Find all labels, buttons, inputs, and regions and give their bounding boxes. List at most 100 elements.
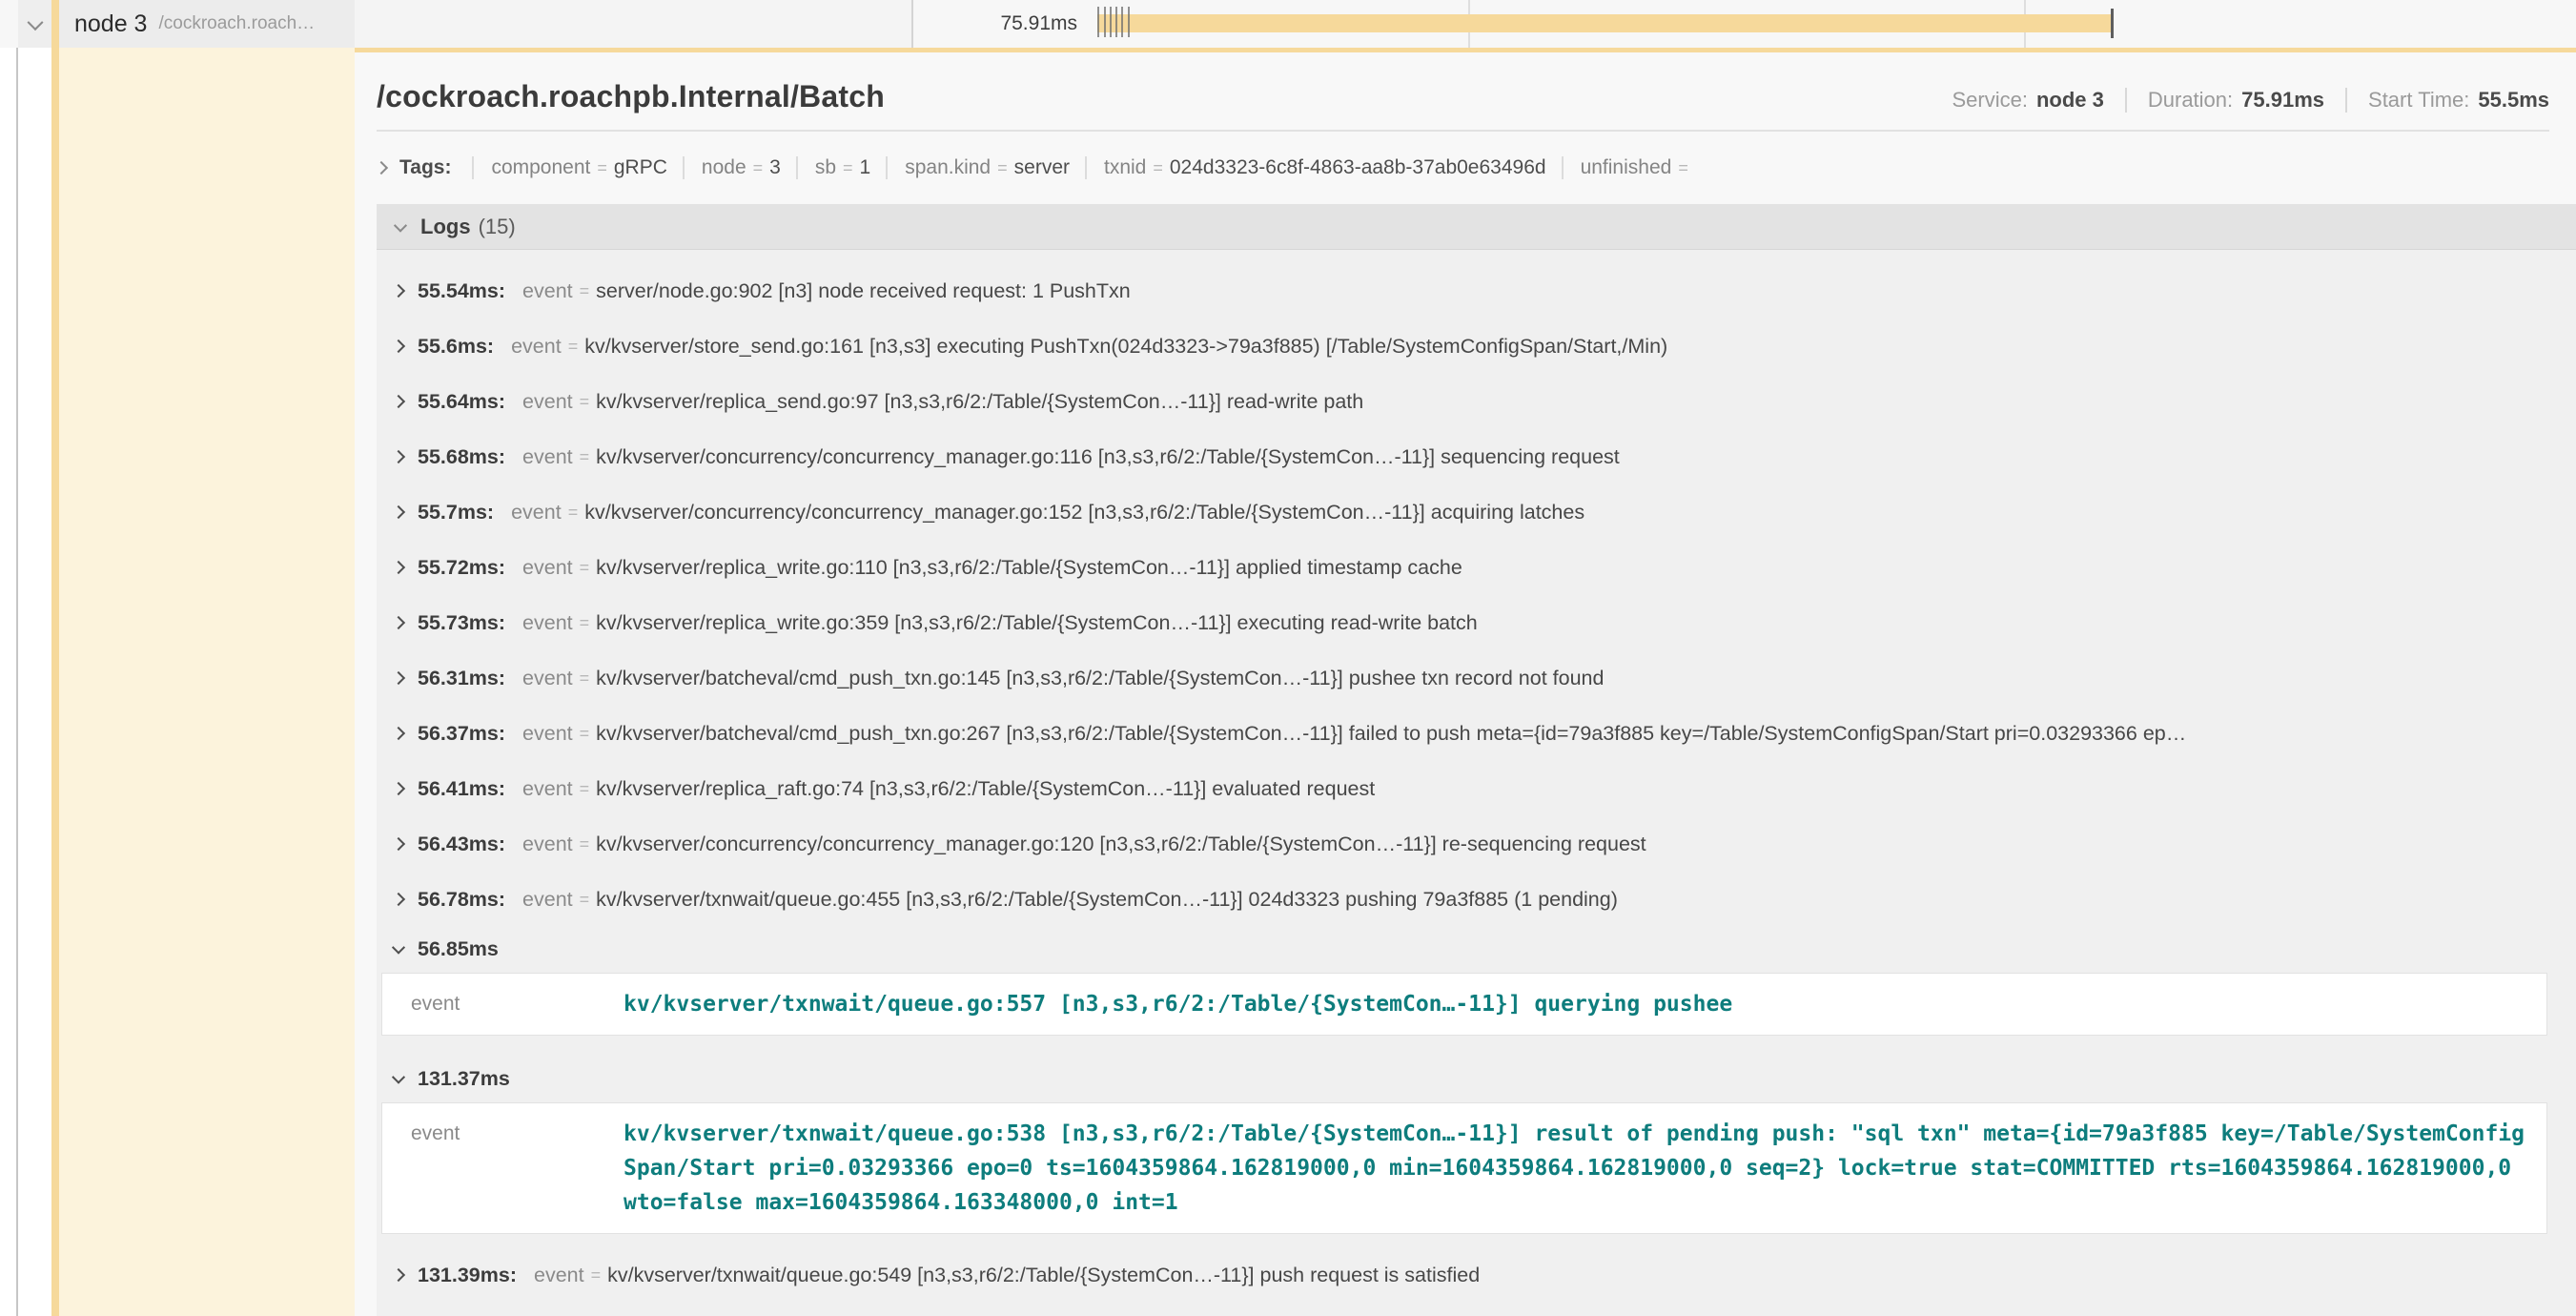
equals-sign: = bbox=[1153, 158, 1163, 178]
log-timestamp: 55.73ms: bbox=[418, 611, 505, 635]
log-field-key: event bbox=[511, 335, 562, 359]
log-field-key: event bbox=[522, 777, 573, 801]
span-operation-name: /cockroach.roach… bbox=[158, 13, 315, 34]
tag-value: 024d3323-6c8f-4863-aa8b-37ab0e63496d bbox=[1170, 156, 1546, 179]
tag-key: span.kind bbox=[905, 156, 991, 179]
log-timestamp: 56.37ms: bbox=[418, 722, 505, 746]
chevron-right-icon bbox=[392, 450, 405, 463]
log-marker-tick bbox=[1128, 7, 1130, 37]
chevron-right-icon bbox=[392, 782, 405, 795]
log-field-key: event bbox=[511, 501, 562, 524]
log-field-value: kv/kvserver/store_send.go:161 [n3,s3] ex… bbox=[584, 335, 1667, 359]
log-entry-row[interactable]: 131.39ms: event = kv/kvserver/txnwait/qu… bbox=[377, 1247, 2576, 1303]
log-entry-row[interactable]: 55.73ms: event = kv/kvserver/replica_wri… bbox=[377, 595, 2576, 650]
meta-duration: Duration: 75.91ms bbox=[2125, 88, 2324, 113]
span-detail-title: /cockroach.roachpb.Internal/Batch bbox=[377, 79, 885, 114]
log-field-key: event bbox=[522, 667, 573, 690]
tag-value: 3 bbox=[769, 156, 781, 179]
equals-sign: = bbox=[568, 337, 579, 357]
log-timestamp: 56.43ms: bbox=[418, 833, 505, 856]
equals-sign: = bbox=[580, 668, 590, 689]
equals-sign: = bbox=[580, 613, 590, 633]
log-entry-row[interactable]: 55.7ms: event = kv/kvserver/concurrency/… bbox=[377, 484, 2576, 540]
chevron-down-icon bbox=[392, 1071, 405, 1084]
log-entry-row[interactable]: 55.6ms: event = kv/kvserver/store_send.g… bbox=[377, 319, 2576, 374]
logs-count: (15) bbox=[479, 215, 516, 239]
tag-value: gRPC bbox=[614, 156, 667, 179]
log-entry-expanded-header[interactable]: 131.37ms bbox=[377, 1057, 2576, 1100]
log-field-value: kv/kvserver/txnwait/queue.go:549 [n3,s3,… bbox=[607, 1264, 1480, 1287]
log-marker-tick bbox=[1110, 7, 1112, 37]
log-entry-row[interactable]: 55.54ms: event = server/node.go:902 [n3]… bbox=[377, 263, 2576, 319]
tag-span-kind: span.kind = server bbox=[886, 156, 1070, 179]
tag-component: component = gRPC bbox=[472, 156, 666, 179]
log-entry-kv-table: event kv/kvserver/txnwait/queue.go:557 [… bbox=[381, 973, 2547, 1036]
span-service-name: node 3 bbox=[74, 10, 147, 38]
tag-unfinished: unfinished = bbox=[1562, 156, 1695, 179]
timeline-left-background bbox=[355, 0, 912, 48]
log-field-value: kv/kvserver/replica_write.go:110 [n3,s3,… bbox=[596, 556, 1462, 580]
tag-key: node bbox=[702, 156, 746, 179]
span-row[interactable]: node 3 /cockroach.roach… 75.91ms bbox=[0, 0, 2576, 48]
log-field-value: kv/kvserver/replica_raft.go:74 [n3,s3,r6… bbox=[596, 777, 1375, 801]
log-field-key: event bbox=[522, 390, 573, 414]
log-entry-row[interactable]: 55.68ms: event = kv/kvserver/concurrency… bbox=[377, 429, 2576, 484]
log-entry-row[interactable]: 56.41ms: event = kv/kvserver/replica_raf… bbox=[377, 761, 2576, 816]
log-field-key: event bbox=[522, 722, 573, 746]
log-field-key: event bbox=[382, 1117, 624, 1151]
logs-title: Logs bbox=[420, 215, 471, 239]
tag-node: node = 3 bbox=[683, 156, 781, 179]
logs-accordion-header[interactable]: Logs (15) bbox=[377, 204, 2576, 250]
log-field-key: event bbox=[522, 888, 573, 912]
page-left-divider bbox=[16, 0, 18, 1316]
meta-service-label: Service: bbox=[1952, 88, 2027, 113]
equals-sign: = bbox=[580, 447, 590, 467]
log-timestamp: 131.39ms: bbox=[418, 1264, 517, 1287]
equals-sign: = bbox=[753, 158, 764, 178]
log-marker-tick bbox=[1115, 7, 1117, 37]
span-bar-duration-label: 75.91ms bbox=[877, 0, 1087, 48]
chevron-right-icon bbox=[392, 1268, 405, 1282]
chevron-right-icon[interactable] bbox=[375, 161, 388, 175]
log-field-key: event bbox=[522, 556, 573, 580]
log-timestamp: 55.7ms: bbox=[418, 501, 494, 524]
chevron-down-icon[interactable] bbox=[28, 14, 44, 31]
span-collapse-toggle[interactable] bbox=[23, 11, 48, 36]
tags-accordion[interactable]: Tags: component = gRPC node = 3 sb = 1 s… bbox=[377, 149, 2549, 187]
log-field-value: kv/kvserver/concurrency/concurrency_mana… bbox=[596, 833, 1646, 856]
log-entry-row[interactable]: 56.37ms: event = kv/kvserver/batcheval/c… bbox=[377, 706, 2576, 761]
logs-list: 55.54ms: event = server/node.go:902 [n3]… bbox=[377, 250, 2576, 1303]
log-entry-row[interactable]: 56.43ms: event = kv/kvserver/concurrency… bbox=[377, 816, 2576, 872]
chevron-right-icon bbox=[392, 837, 405, 851]
tag-key: sb bbox=[815, 156, 836, 179]
chevron-down-icon[interactable] bbox=[394, 218, 407, 232]
span-duration-bar[interactable] bbox=[1097, 14, 2113, 32]
log-entry-expanded-header[interactable]: 56.85ms bbox=[377, 927, 2576, 971]
log-entry-row[interactable]: 56.78ms: event = kv/kvserver/txnwait/que… bbox=[377, 872, 2576, 927]
meta-service: Service: node 3 bbox=[1952, 88, 2103, 113]
log-entry-row[interactable]: 55.72ms: event = kv/kvserver/replica_wri… bbox=[377, 540, 2576, 595]
log-timestamp: 55.54ms: bbox=[418, 279, 505, 303]
chevron-right-icon bbox=[392, 893, 405, 906]
title-divider bbox=[377, 130, 2549, 132]
equals-sign: = bbox=[580, 724, 590, 744]
meta-start-time: Start Time: 55.5ms bbox=[2345, 88, 2549, 113]
log-field-value: kv/kvserver/replica_send.go:97 [n3,s3,r6… bbox=[596, 390, 1363, 414]
log-entry-row[interactable]: 55.64ms: event = kv/kvserver/replica_sen… bbox=[377, 374, 2576, 429]
tag-value: 1 bbox=[860, 156, 871, 179]
meta-start-time-value: 55.5ms bbox=[2478, 88, 2549, 113]
span-name-cell[interactable]: node 3 /cockroach.roach… bbox=[59, 0, 355, 48]
meta-duration-value: 75.91ms bbox=[2241, 88, 2324, 113]
log-field-key: event bbox=[522, 833, 573, 856]
chevron-right-icon bbox=[392, 671, 405, 685]
log-entry-row[interactable]: 56.31ms: event = kv/kvserver/batcheval/c… bbox=[377, 650, 2576, 706]
equals-sign: = bbox=[597, 158, 607, 178]
log-field-value: server/node.go:902 [n3] node received re… bbox=[596, 279, 1131, 303]
log-entry-kv-table: event kv/kvserver/txnwait/queue.go:538 [… bbox=[381, 1102, 2547, 1234]
log-field-value: kv/kvserver/batcheval/cmd_push_txn.go:26… bbox=[596, 722, 2186, 746]
tag-key: txnid bbox=[1104, 156, 1146, 179]
tag-value: server bbox=[1014, 156, 1070, 179]
log-marker-tick bbox=[1104, 7, 1106, 37]
span-detail-header: /cockroach.roachpb.Internal/Batch Servic… bbox=[377, 79, 2549, 114]
equals-sign: = bbox=[843, 158, 853, 178]
